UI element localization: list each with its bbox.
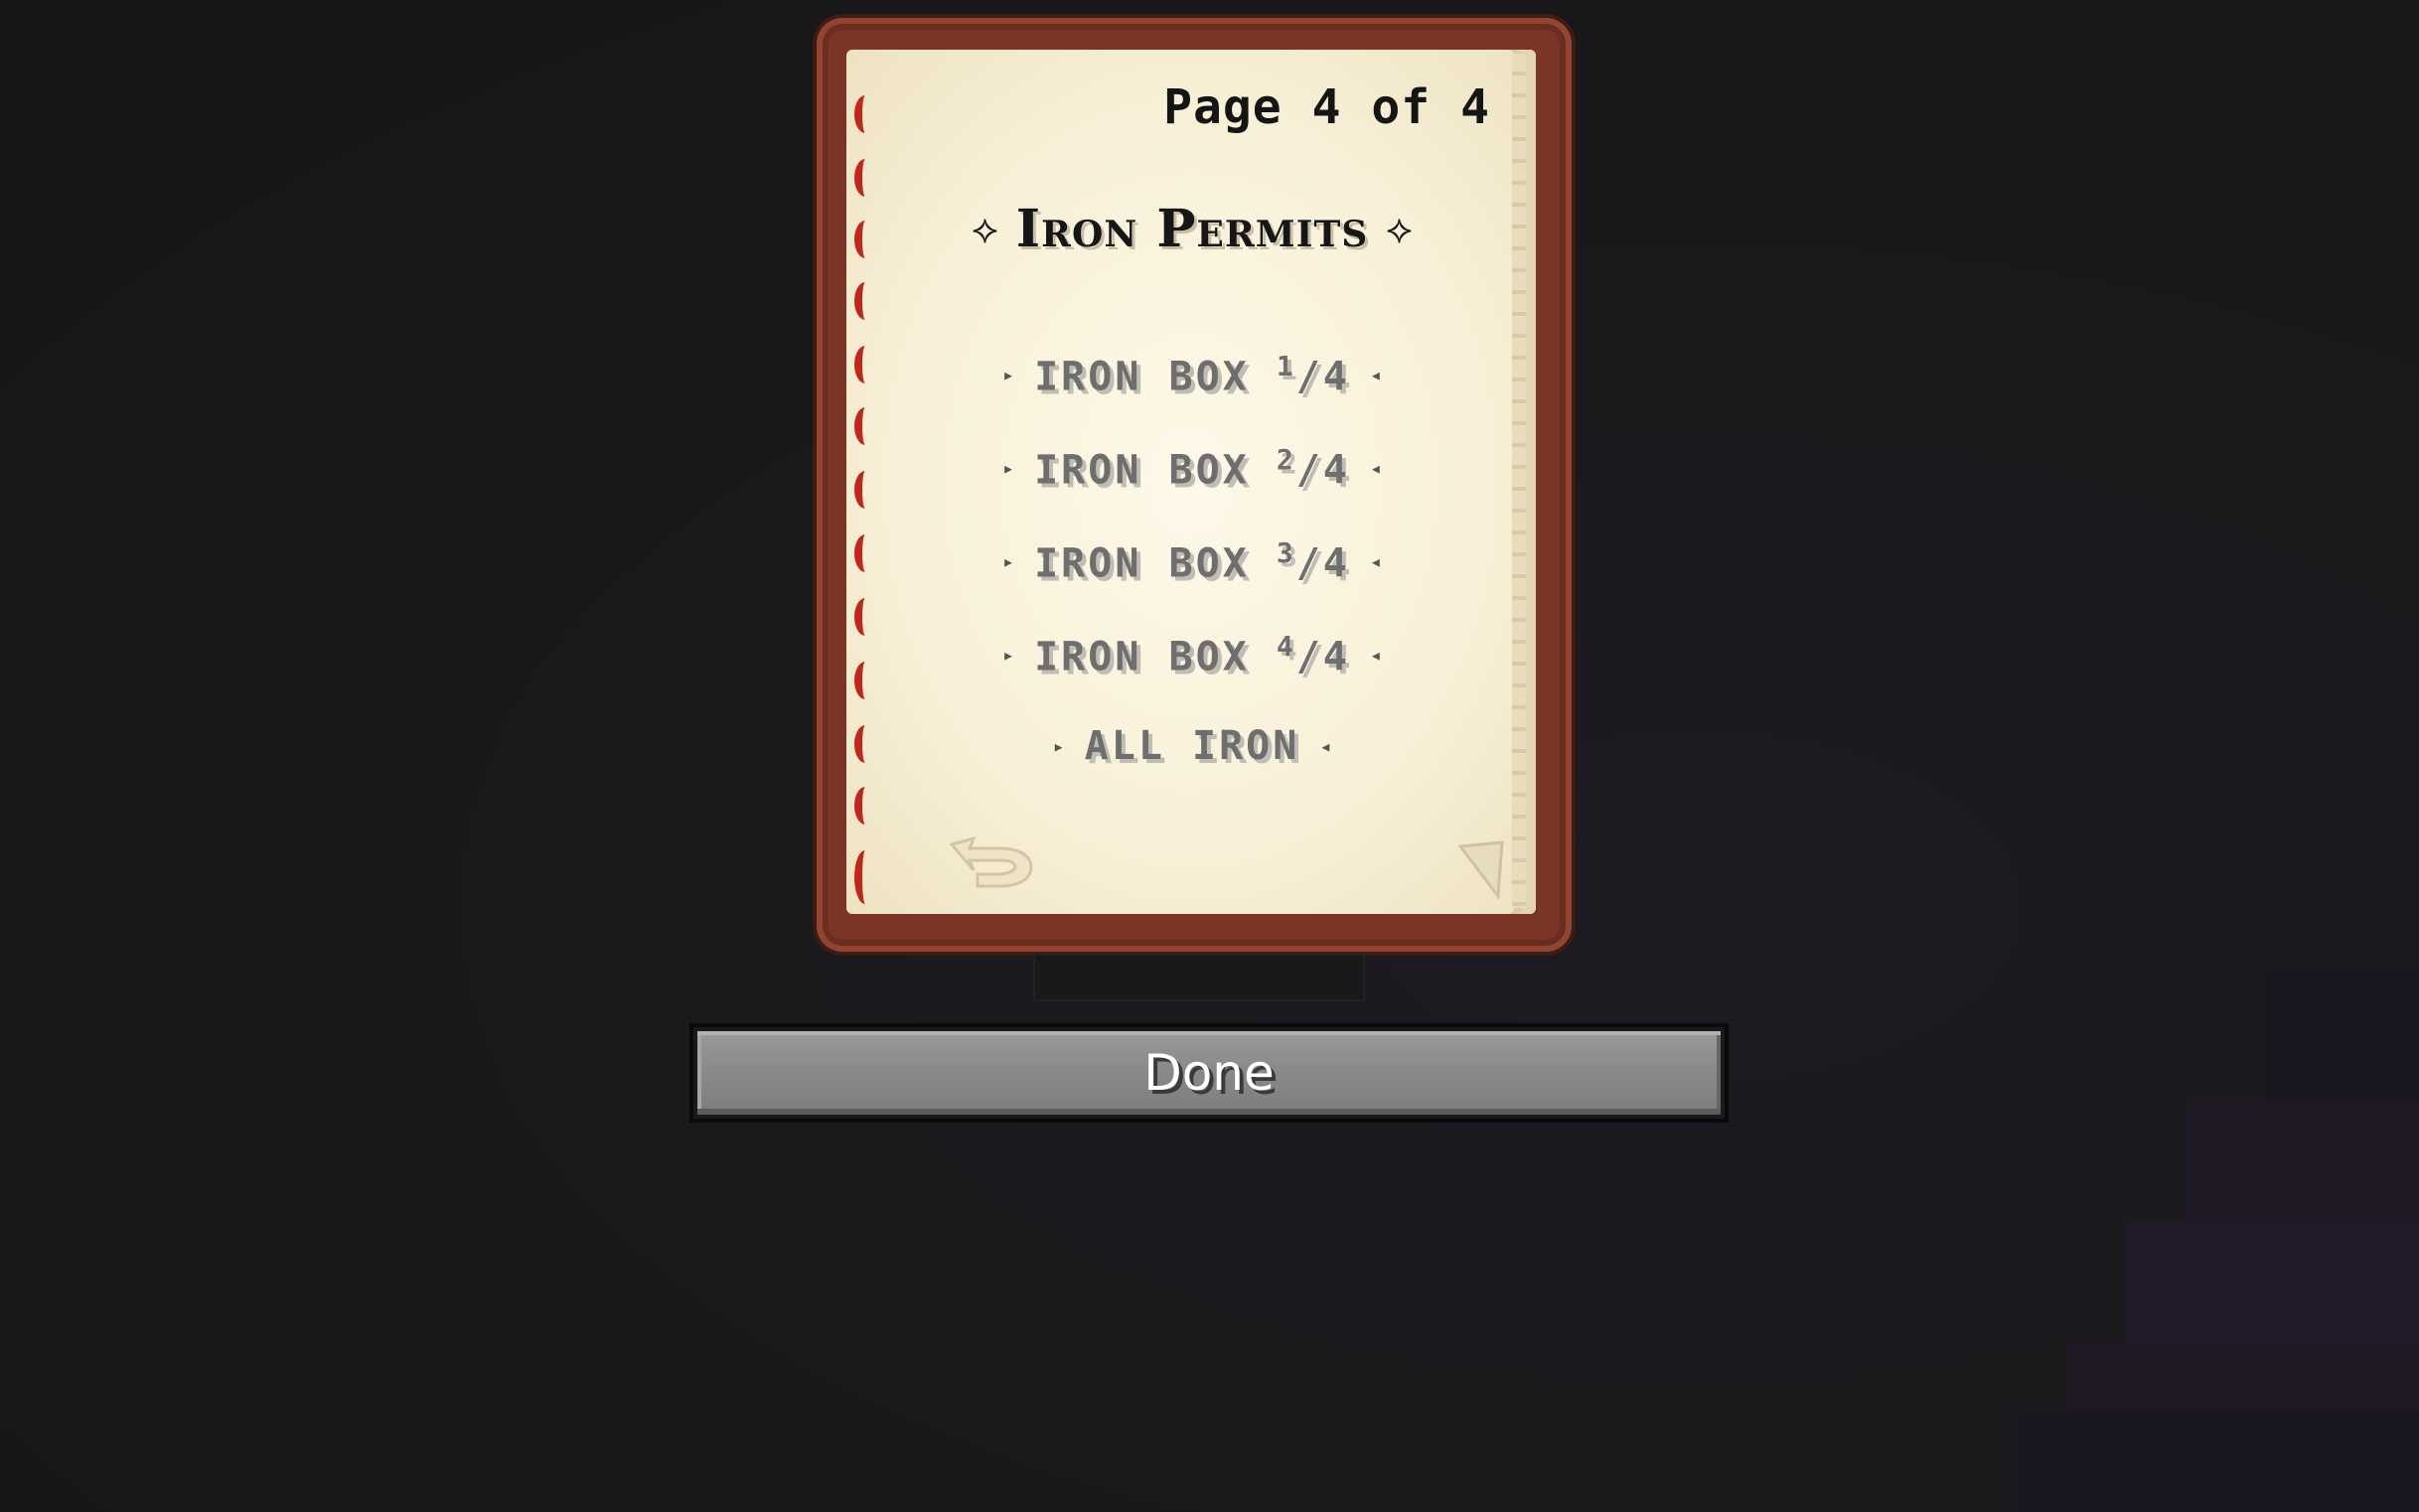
bullet-icon: ◂ bbox=[1369, 456, 1382, 481]
bullet-icon: ◂ bbox=[1369, 549, 1382, 574]
sparkle-icon: ⟡ bbox=[1386, 206, 1413, 252]
spine-binding-mark bbox=[854, 95, 876, 133]
bullet-icon: ▸ bbox=[1002, 363, 1015, 387]
done-button-face: Done bbox=[697, 1031, 1721, 1115]
background-block bbox=[2017, 1411, 2419, 1512]
spine-binding-mark bbox=[854, 221, 876, 258]
bullet-icon: ▸ bbox=[1002, 549, 1015, 574]
permit-link-label: IRON BOX 1/4 bbox=[1034, 350, 1350, 400]
bullet-icon: ▸ bbox=[1002, 456, 1015, 481]
spine-binding-mark bbox=[854, 282, 876, 320]
spine-binding-mark bbox=[854, 534, 876, 572]
bullet-icon: ◂ bbox=[1369, 643, 1382, 668]
permit-link-iron-box-2[interactable]: ▸ IRON BOX 2/4 ◂ bbox=[954, 443, 1431, 493]
permit-link-label: IRON BOX 4/4 bbox=[1034, 630, 1350, 680]
bullet-icon: ◂ bbox=[1369, 363, 1382, 387]
sparkle-icon: ⟡ bbox=[972, 206, 998, 252]
page-edge bbox=[1512, 54, 1526, 908]
permit-link-iron-box-4[interactable]: ▸ IRON BOX 4/4 ◂ bbox=[954, 630, 1431, 680]
permit-link-label: ALL IRON bbox=[1084, 723, 1300, 769]
spine-binding-mark bbox=[854, 346, 876, 383]
spine-binding-mark bbox=[854, 407, 876, 445]
page-title: Iron Permits bbox=[1015, 199, 1369, 259]
back-arrow-icon[interactable] bbox=[944, 834, 1043, 894]
game-scene: Page 4 of 4 ⟡ Iron Permits ⟡ ▸ IRON BOX … bbox=[0, 0, 2419, 1512]
page-indicator: Page 4 of 4 bbox=[1163, 79, 1490, 135]
spine-binding-mark bbox=[854, 850, 876, 904]
title-row: ⟡ Iron Permits ⟡ bbox=[934, 199, 1450, 259]
spine-binding-mark bbox=[854, 471, 876, 509]
spine-binding-mark bbox=[854, 787, 876, 825]
book-base-slot bbox=[1033, 954, 1365, 1001]
spine-binding-mark bbox=[854, 662, 876, 699]
done-button-label: Done bbox=[1143, 1044, 1275, 1102]
permit-link-all-iron[interactable]: ▸ ALL IRON ◂ bbox=[954, 723, 1431, 769]
page-corner-fold-icon[interactable] bbox=[1458, 840, 1508, 900]
permit-link-iron-box-1[interactable]: ▸ IRON BOX 1/4 ◂ bbox=[954, 350, 1431, 399]
spine-binding-mark bbox=[854, 725, 876, 763]
permit-link-label: IRON BOX 3/4 bbox=[1034, 536, 1350, 587]
bullet-icon: ▸ bbox=[1002, 643, 1015, 668]
bullet-icon: ▸ bbox=[1052, 734, 1065, 758]
spine-binding-mark bbox=[854, 598, 876, 636]
done-button[interactable]: Done bbox=[689, 1023, 1729, 1123]
permit-link-iron-box-3[interactable]: ▸ IRON BOX 3/4 ◂ bbox=[954, 536, 1431, 586]
spine-binding-mark bbox=[854, 159, 876, 197]
permit-link-label: IRON BOX 2/4 bbox=[1034, 443, 1350, 494]
bullet-icon: ◂ bbox=[1319, 734, 1332, 758]
